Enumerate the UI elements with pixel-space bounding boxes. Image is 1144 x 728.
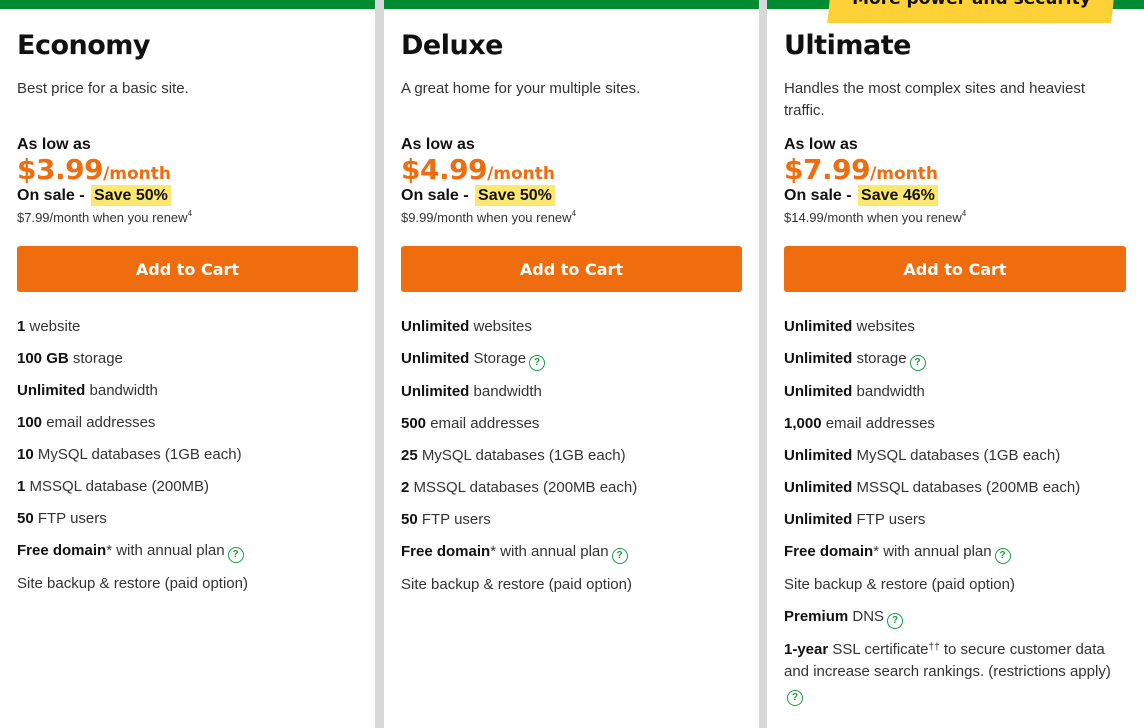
plan-price: $3.99/month (17, 153, 171, 186)
on-sale-label: On sale - (784, 187, 852, 204)
renew-text: $9.99/month when you renew (401, 210, 572, 225)
feature-item: Site backup & restore (paid option) (784, 576, 1015, 593)
plan-card-ultimate: More power and security Ultimate Handles… (767, 0, 1144, 728)
price-amount: $7.99 (784, 153, 871, 186)
feature-item: Unlimited storage? (784, 348, 1126, 371)
feature-item: 2 MSSQL databases (200MB each) (401, 479, 638, 496)
feature-item: 50 FTP users (401, 511, 491, 528)
sale-line: On sale - Save 46% (784, 185, 938, 206)
feature-item: Unlimited FTP users (784, 511, 926, 528)
price-period: /month (103, 164, 172, 184)
feature-item: 100 GB storage (17, 350, 123, 367)
question-circle-icon[interactable]: ? (887, 613, 904, 629)
renew-text: $7.99/month when you renew (17, 210, 188, 225)
question-circle-icon[interactable]: ? (611, 548, 628, 564)
feature-item: Unlimited bandwidth (784, 383, 925, 400)
feature-item: 1,000 email addresses (784, 415, 935, 432)
feature-item: Unlimited Storage? (401, 348, 742, 371)
plan-tagline: Best price for a basic site. (17, 80, 189, 97)
plan-name: Deluxe (401, 30, 503, 61)
question-circle-icon[interactable]: ? (909, 355, 926, 371)
feature-item: Unlimited websites (401, 318, 532, 335)
renew-price: $14.99/month when you renew4 (784, 209, 967, 225)
price-amount: $4.99 (401, 153, 488, 186)
plan-price: $7.99/month (784, 153, 938, 186)
feature-item: Unlimited websites (784, 318, 915, 335)
price-period: /month (870, 164, 939, 184)
ribbon-text: More power and security (852, 0, 1091, 23)
plan-card-deluxe: Deluxe A great home for your multiple si… (384, 0, 759, 728)
add-to-cart-button[interactable]: Add to Cart (401, 246, 742, 292)
feature-item: 25 MySQL databases (1GB each) (401, 447, 626, 464)
question-circle-icon[interactable]: ? (787, 690, 803, 706)
feature-item: Free domain* with annual plan? (784, 541, 1126, 564)
plan-tagline: Handles the most complex sites and heavi… (784, 80, 1085, 119)
feature-item: Site backup & restore (paid option) (401, 576, 632, 593)
feature-item: Site backup & restore (paid option) (17, 575, 248, 592)
feature-list: Unlimited websites Unlimited storage? Un… (784, 316, 1126, 716)
featured-ribbon: More power and security (827, 0, 1115, 23)
feature-item: 1 website (17, 318, 81, 335)
feature-item: Unlimited bandwidth (17, 382, 158, 399)
feature-list: 1 website 100 GB storage Unlimited bandw… (17, 316, 358, 605)
save-badge: Save 50% (91, 185, 171, 206)
feature-item: Free domain* with annual plan? (17, 540, 358, 563)
feature-item: 50 FTP users (17, 510, 107, 527)
price-period: /month (487, 164, 556, 184)
as-low-as-label: As low as (17, 136, 91, 153)
plan-name: Ultimate (784, 30, 911, 61)
plan-top-bar (384, 0, 759, 9)
question-circle-icon[interactable]: ? (227, 547, 244, 563)
as-low-as-label: As low as (401, 136, 475, 153)
on-sale-label: On sale - (401, 187, 469, 204)
plan-tagline: A great home for your multiple sites. (401, 80, 641, 97)
question-circle-icon[interactable]: ? (994, 548, 1011, 564)
on-sale-label: On sale - (17, 187, 85, 204)
feature-item: 1-year SSL certificate†† to secure custo… (784, 639, 1126, 706)
sale-line: On sale - Save 50% (401, 185, 555, 206)
renew-footnote: 4 (571, 209, 577, 218)
feature-item: Free domain* with annual plan? (401, 541, 742, 564)
as-low-as-label: As low as (784, 136, 858, 153)
plan-top-bar (0, 0, 375, 9)
save-badge: Save 46% (858, 185, 938, 206)
renew-footnote: 4 (187, 209, 193, 218)
plan-name: Economy (17, 30, 151, 61)
feature-item: 500 email addresses (401, 415, 540, 432)
feature-item: Unlimited MySQL databases (1GB each) (784, 447, 1061, 464)
question-circle-icon[interactable]: ? (529, 355, 546, 371)
renew-price: $7.99/month when you renew4 (17, 209, 193, 225)
renew-text: $14.99/month when you renew (784, 210, 962, 225)
feature-item: Premium DNS? (784, 606, 1126, 629)
save-badge: Save 50% (475, 185, 555, 206)
add-to-cart-button[interactable]: Add to Cart (784, 246, 1126, 292)
feature-list: Unlimited websites Unlimited Storage? Un… (401, 316, 742, 606)
feature-item: Unlimited MSSQL databases (200MB each) (784, 479, 1081, 496)
plan-card-economy: Economy Best price for a basic site. As … (0, 0, 375, 728)
price-amount: $3.99 (17, 153, 104, 186)
renew-price: $9.99/month when you renew4 (401, 209, 577, 225)
add-to-cart-button[interactable]: Add to Cart (17, 246, 358, 292)
feature-item: 100 email addresses (17, 414, 156, 431)
sale-line: On sale - Save 50% (17, 185, 171, 206)
feature-item: Unlimited bandwidth (401, 383, 542, 400)
feature-item: 10 MySQL databases (1GB each) (17, 446, 242, 463)
renew-footnote: 4 (961, 209, 967, 218)
plan-price: $4.99/month (401, 153, 555, 186)
feature-item: 1 MSSQL database (200MB) (17, 478, 210, 495)
